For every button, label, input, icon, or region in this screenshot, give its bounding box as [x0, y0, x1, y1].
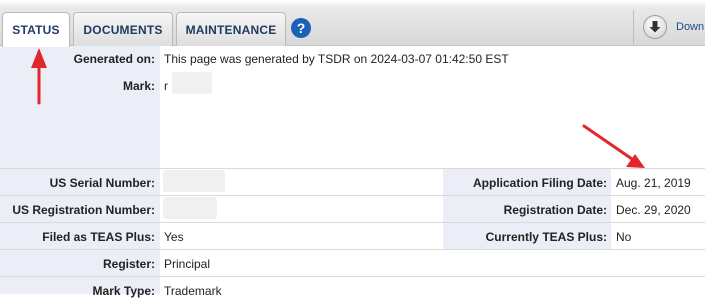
- toolbar-divider: [633, 10, 634, 44]
- mark-value: r: [164, 79, 168, 93]
- registration-date-value: Dec. 29, 2020: [616, 203, 691, 217]
- register-value: Principal: [164, 257, 211, 271]
- tab-status[interactable]: STATUS: [2, 12, 70, 47]
- download-button[interactable]: Down: [643, 12, 704, 42]
- currently-teas-plus-value: No: [616, 230, 632, 244]
- row-divider: [0, 195, 705, 196]
- generated-on-value: This page was generated by TSDR on 2024-…: [164, 52, 509, 66]
- help-icon[interactable]: ?: [291, 18, 311, 38]
- register-label: Register:: [102, 257, 155, 271]
- registration-number-label: US Registration Number:: [12, 203, 155, 217]
- tab-documents[interactable]: DOCUMENTS: [73, 12, 173, 46]
- generated-on-label: Generated on:: [73, 52, 155, 66]
- row-divider: [0, 249, 705, 250]
- tab-maintenance[interactable]: MAINTENANCE: [176, 12, 286, 46]
- download-icon: [643, 15, 667, 39]
- serial-number-label: US Serial Number:: [49, 176, 155, 190]
- teas-plus-value: Yes: [164, 230, 184, 244]
- redaction-block: [172, 72, 212, 94]
- mark-type-value: Trademark: [164, 284, 222, 298]
- tab-bar: STATUS DOCUMENTS MAINTENANCE ? Down: [0, 0, 705, 47]
- download-label: Down: [676, 21, 705, 33]
- currently-teas-plus-label: Currently TEAS Plus:: [485, 230, 607, 244]
- redacted-serial-number: [163, 170, 225, 192]
- mark-label: Mark:: [122, 79, 155, 93]
- redacted-registration-number: [163, 197, 217, 219]
- mark-type-label: Mark Type:: [92, 284, 155, 298]
- registration-date-label: Registration Date:: [503, 203, 607, 217]
- teas-plus-label: Filed as TEAS Plus:: [42, 230, 155, 244]
- row-divider: [0, 276, 705, 277]
- annotation-arrow-filing-date: [582, 124, 645, 168]
- filing-date-value: Aug. 21, 2019: [616, 176, 691, 190]
- row-divider: [0, 168, 705, 169]
- filing-date-label: Application Filing Date:: [473, 176, 607, 190]
- row-divider: [0, 222, 705, 223]
